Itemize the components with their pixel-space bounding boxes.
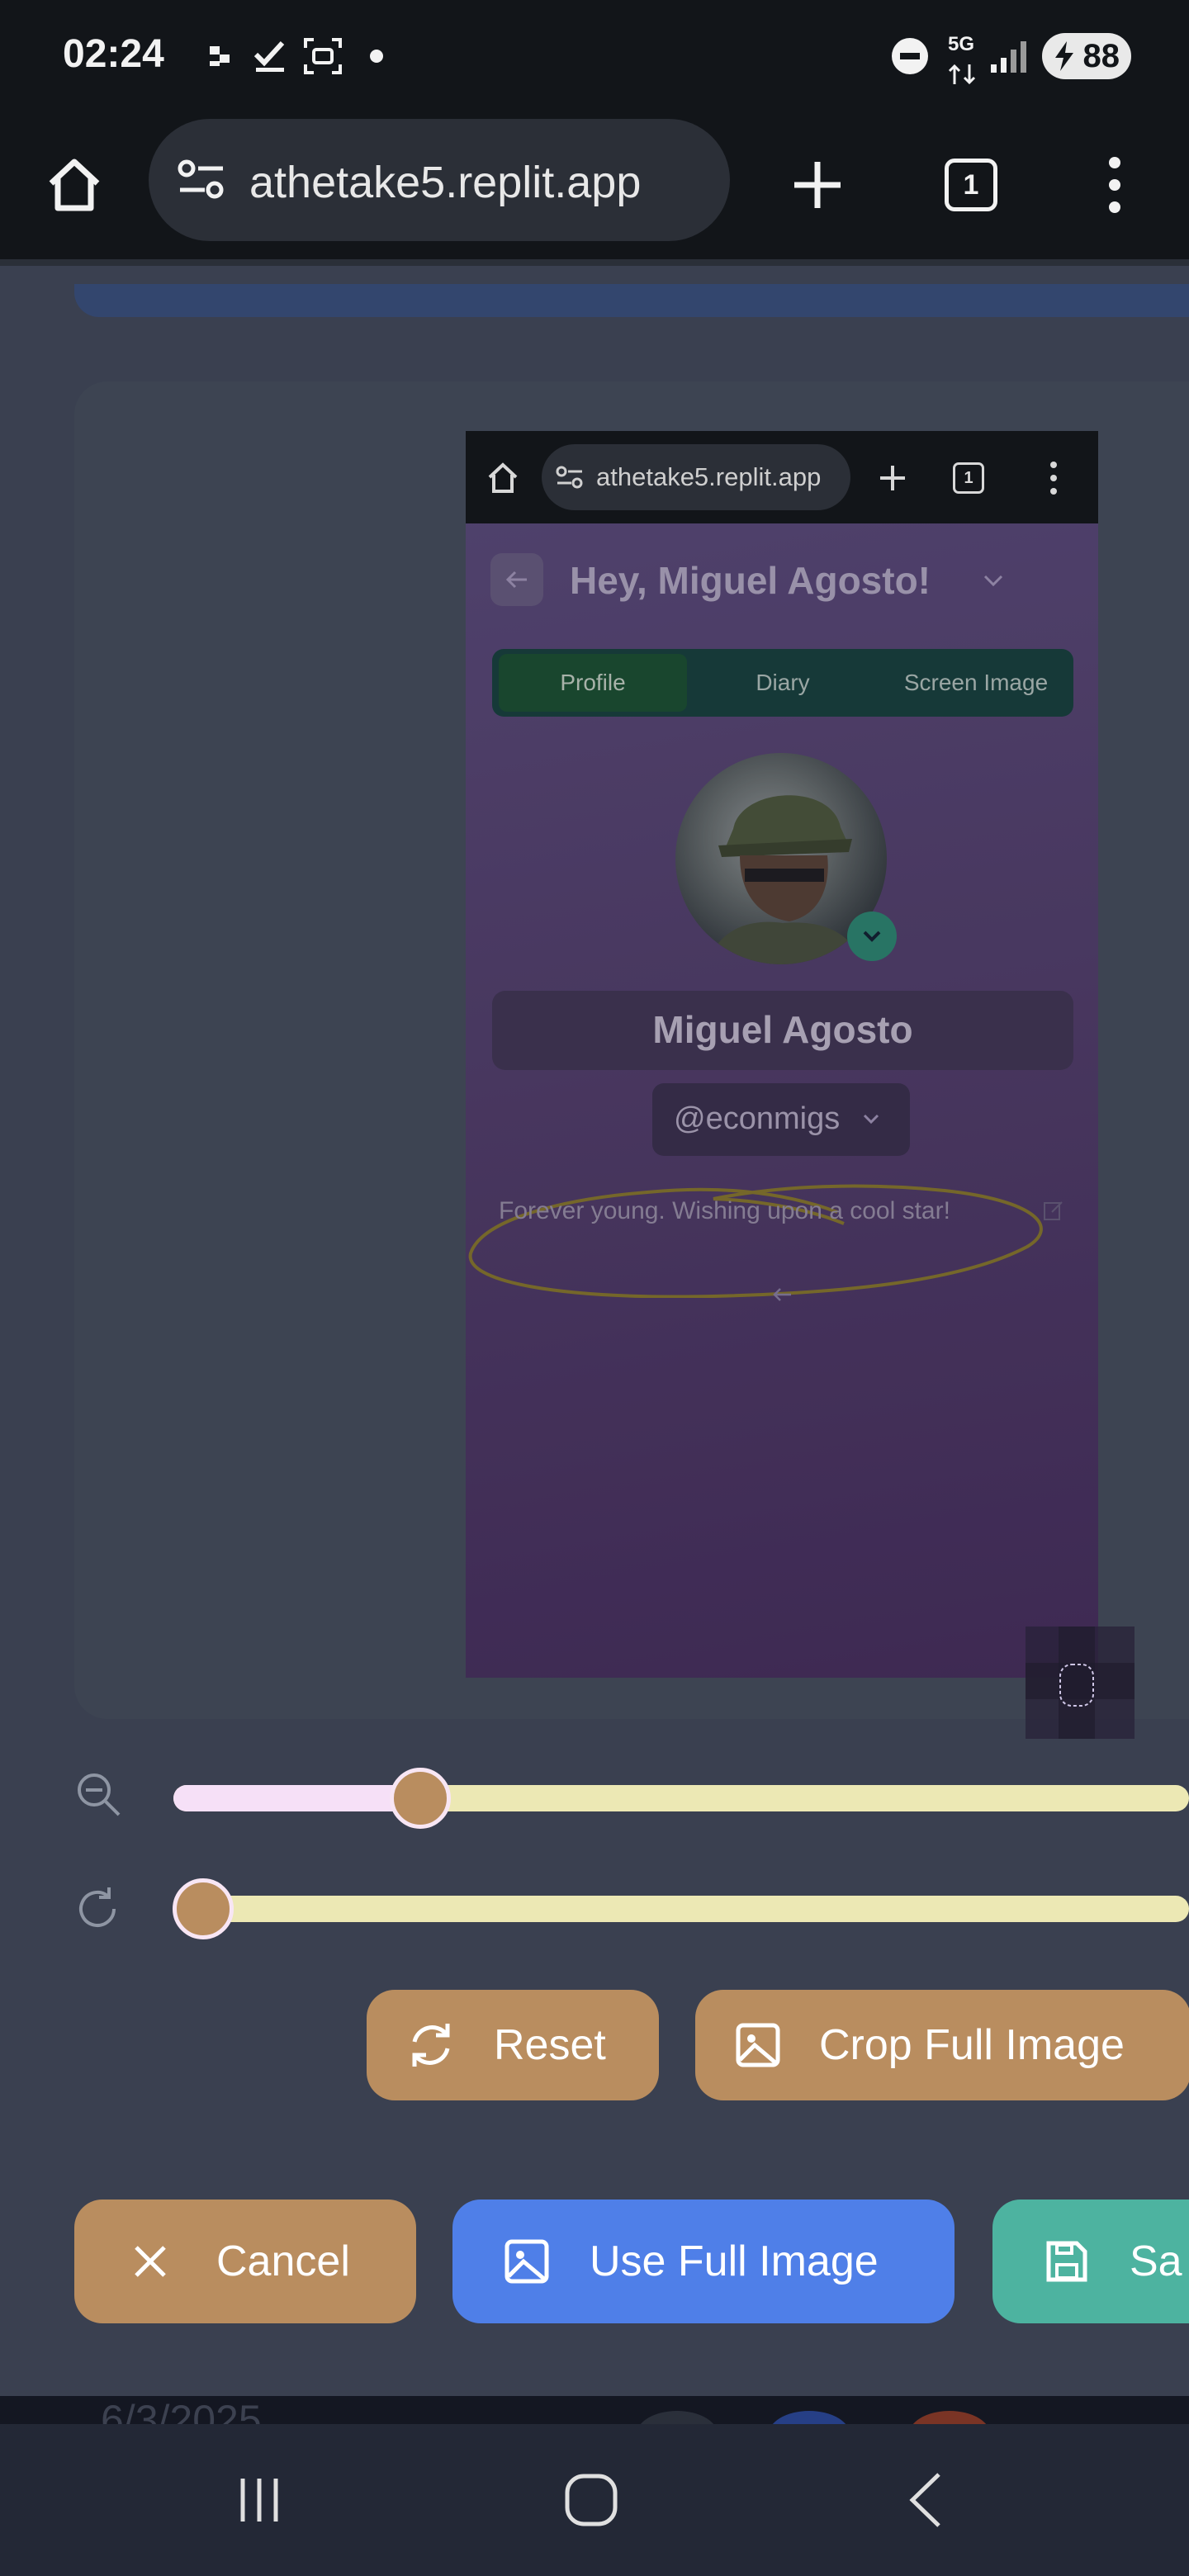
new-tab-button[interactable] <box>776 144 859 226</box>
crop-grid-icon <box>1026 1627 1135 1739</box>
image-crop-dialog: athetake5.replit.app 1 Hey, Miguel Agost… <box>0 266 1189 2403</box>
clock: 02:24 <box>63 32 164 76</box>
system-navigation-bar <box>0 2424 1189 2576</box>
notification-dots-icon <box>210 46 230 66</box>
use-full-image-label: Use Full Image <box>590 2237 879 2285</box>
data-arrows-icon <box>948 64 976 85</box>
preview-menu-icon <box>1050 462 1057 495</box>
home-button[interactable] <box>33 144 116 226</box>
zoom-out-icon <box>78 1773 121 1816</box>
preview-tab-switcher-icon: 1 <box>953 462 984 494</box>
site-settings-icon[interactable] <box>175 155 228 205</box>
preview-url-text: athetake5.replit.app <box>596 462 822 491</box>
checkmark-icon <box>253 40 285 72</box>
cancel-label: Cancel <box>216 2237 350 2285</box>
preview-site-settings-icon <box>556 466 583 489</box>
crop-full-image-button[interactable]: Crop Full Image <box>695 1990 1189 2100</box>
image-icon <box>732 2019 784 2072</box>
home-circle-icon <box>565 2474 618 2526</box>
crop-stage[interactable]: athetake5.replit.app 1 Hey, Miguel Agost… <box>74 381 1189 1739</box>
background-header-strip <box>74 284 1189 317</box>
back-nav-button[interactable] <box>882 2457 968 2543</box>
close-icon <box>124 2235 177 2288</box>
crop-image-preview[interactable]: athetake5.replit.app 1 Hey, Miguel Agost… <box>466 431 1098 1678</box>
save-label: Sa <box>1130 2237 1182 2285</box>
save-button[interactable]: Sa <box>992 2200 1189 2323</box>
do-not-disturb-icon <box>892 38 928 74</box>
preview-address-bar: athetake5.replit.app <box>542 444 850 510</box>
screenshot-icon <box>304 38 342 74</box>
zoom-slider-fill <box>173 1785 420 1811</box>
battery-level: 88 <box>1082 38 1120 74</box>
battery-charging-icon <box>1055 41 1073 71</box>
refresh-icon <box>405 2019 457 2072</box>
address-bar[interactable]: athetake5.replit.app <box>149 119 730 241</box>
save-icon <box>1040 2235 1093 2288</box>
rotation-slider[interactable] <box>173 1896 1189 1922</box>
preview-home-icon <box>488 462 518 493</box>
preview-browser-toolbar: athetake5.replit.app 1 <box>466 431 1098 523</box>
new-tab-icon <box>794 162 841 208</box>
signal-icon <box>991 41 1026 73</box>
crop-selection-handle[interactable] <box>1026 1627 1135 1739</box>
network-type: 5G <box>948 33 975 55</box>
home-nav-button[interactable] <box>548 2457 634 2543</box>
reset-label: Reset <box>494 2021 606 2069</box>
zoom-slider-thumb[interactable] <box>389 1768 451 1829</box>
image-icon <box>500 2235 553 2288</box>
crop-full-image-label: Crop Full Image <box>819 2021 1125 2069</box>
preview-dim-overlay <box>466 523 1098 1678</box>
dot-icon <box>370 50 383 63</box>
use-full-image-button[interactable]: Use Full Image <box>452 2200 955 2323</box>
browser-menu-button[interactable] <box>1082 144 1148 226</box>
zoom-slider[interactable] <box>173 1785 1189 1811</box>
url-text[interactable]: athetake5.replit.app <box>249 157 641 208</box>
tab-switcher-button[interactable]: 1 <box>930 144 1012 226</box>
recent-apps-button[interactable] <box>216 2457 302 2543</box>
back-icon <box>909 2473 940 2527</box>
menu-icon <box>1109 157 1120 213</box>
status-bar: 02:24 5G 88 <box>0 0 1189 111</box>
recent-apps-icon <box>240 2479 278 2522</box>
home-icon <box>49 159 100 211</box>
tab-switcher-icon: 1 <box>945 159 997 211</box>
preview-new-tab-icon <box>880 466 905 490</box>
battery-indicator: 88 <box>1042 33 1131 79</box>
browser-toolbar: athetake5.replit.app 1 <box>0 111 1189 266</box>
rotation-slider-thumb[interactable] <box>173 1878 234 1939</box>
reset-button[interactable]: Reset <box>367 1990 659 2100</box>
rotate-icon <box>79 1887 116 1927</box>
cancel-button[interactable]: Cancel <box>74 2200 416 2323</box>
